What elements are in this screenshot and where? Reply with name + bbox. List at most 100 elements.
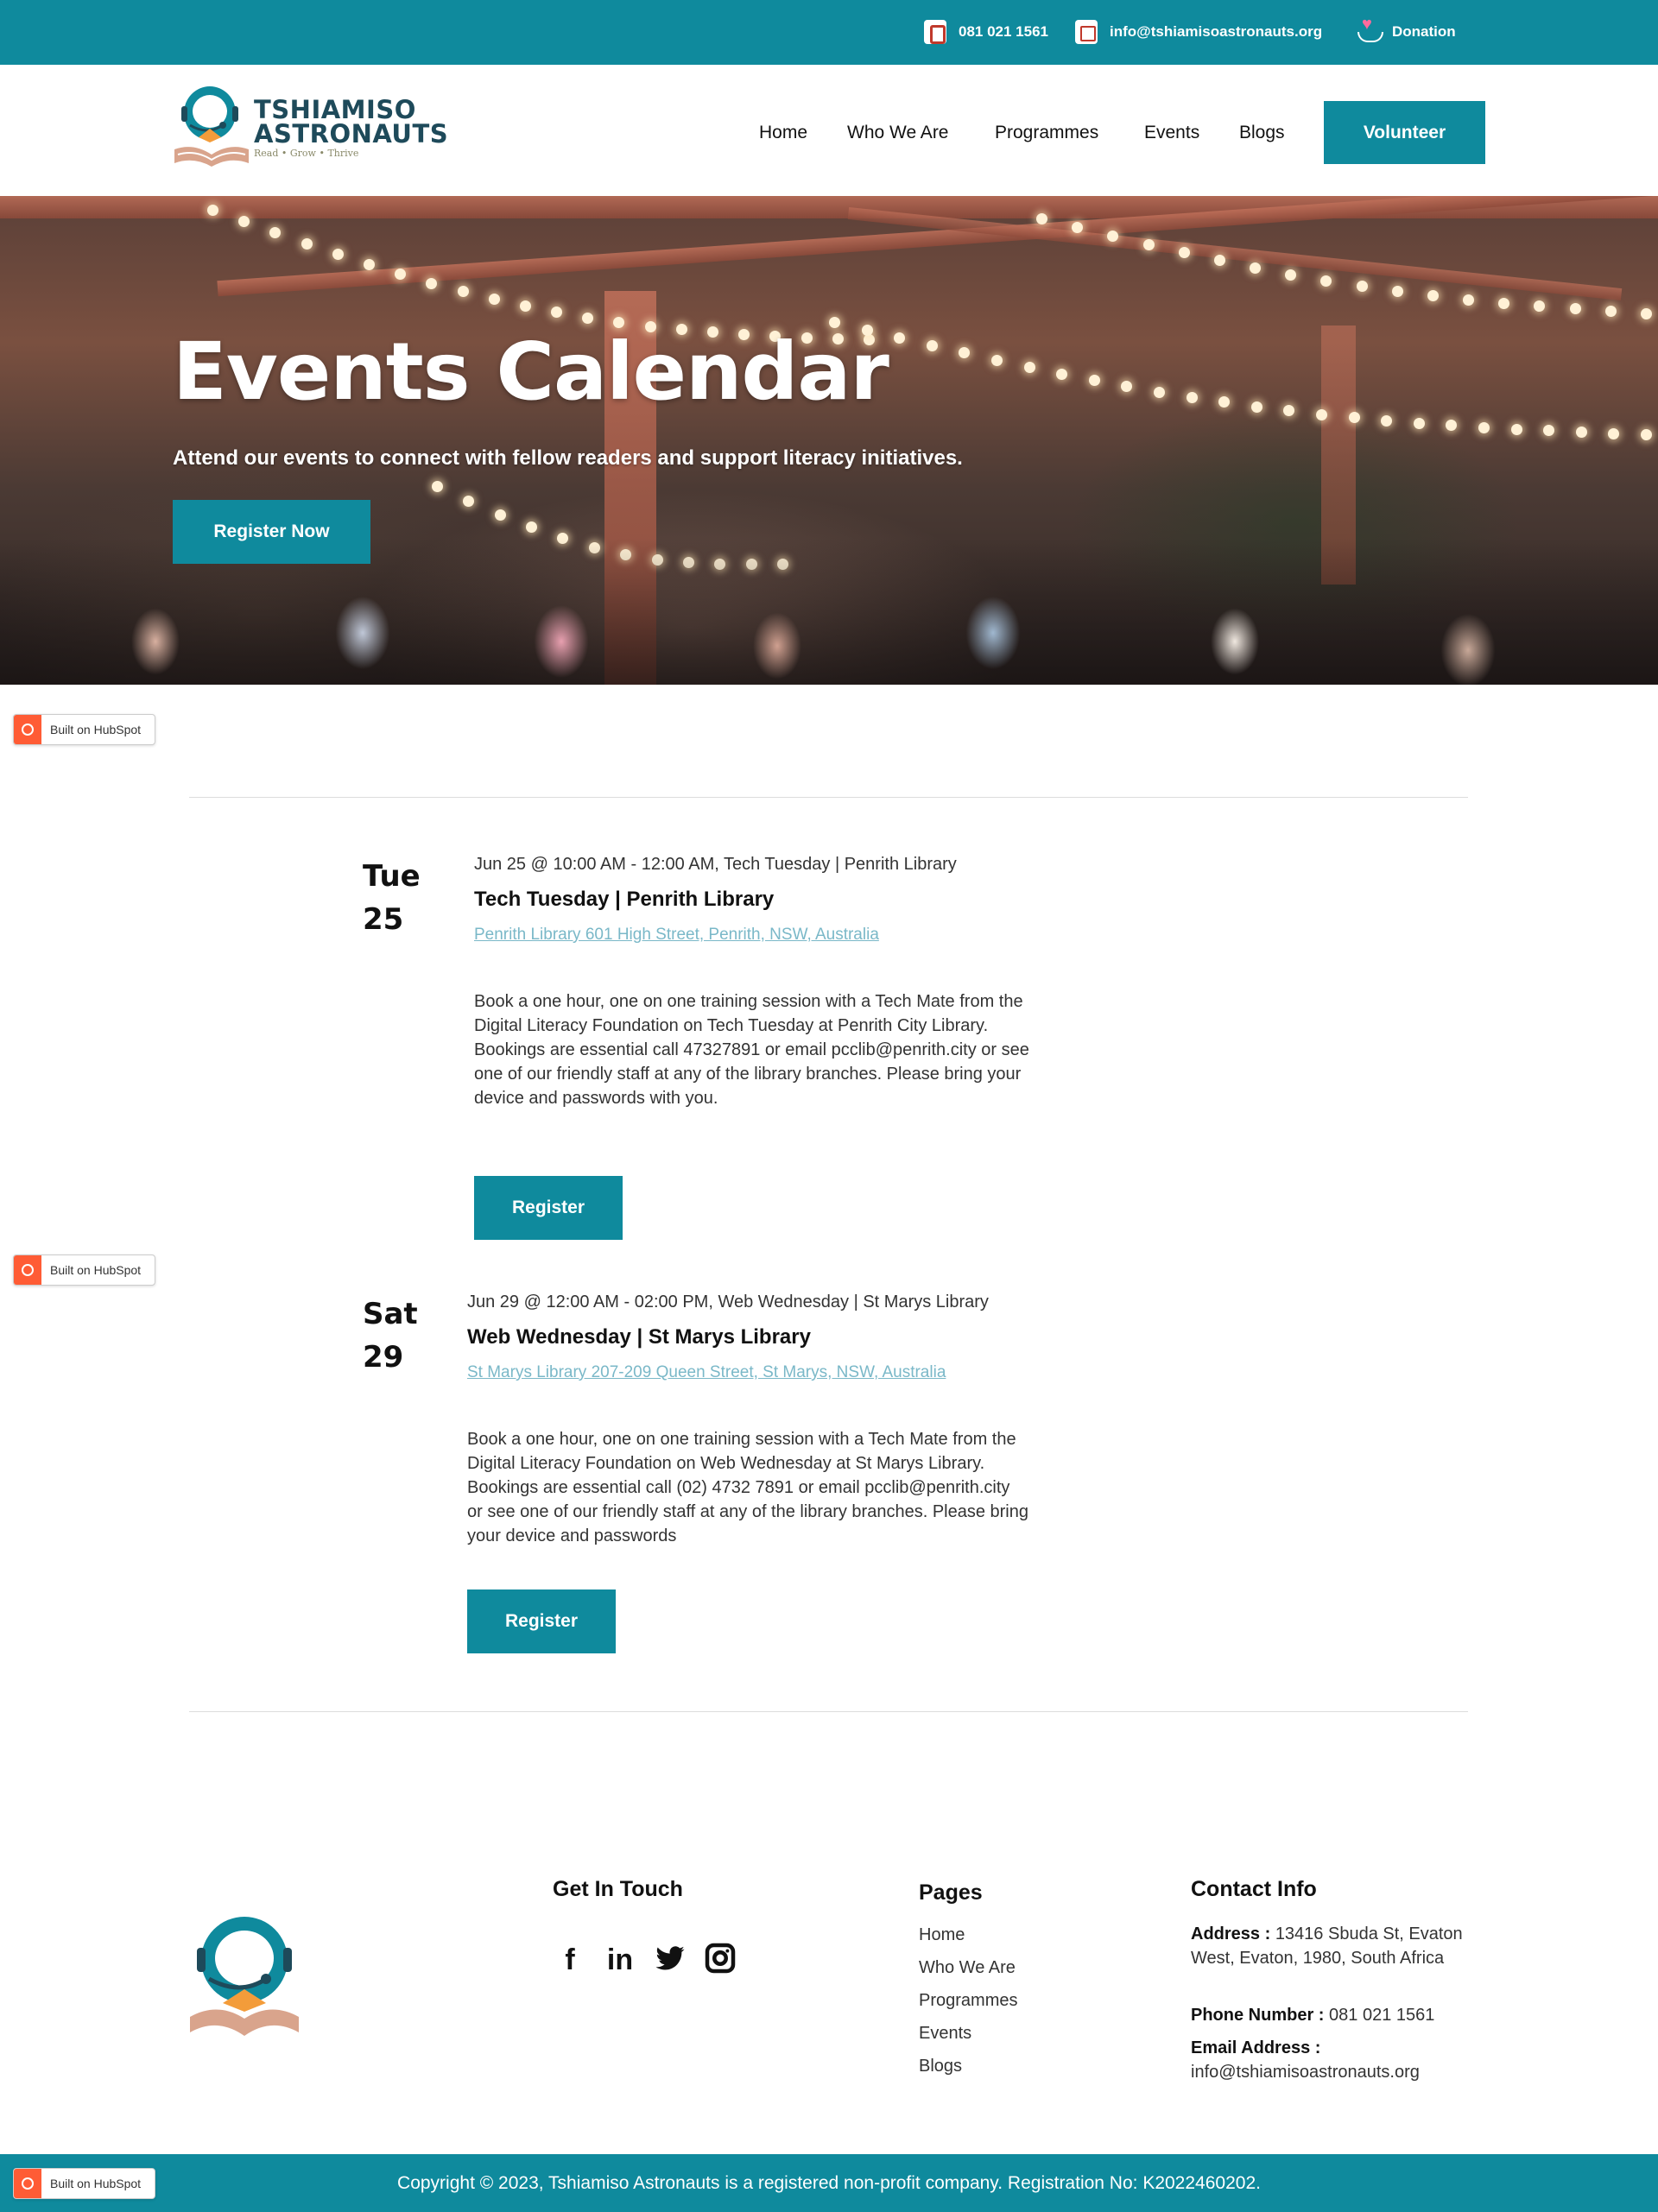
topbar-phone-link[interactable]: 081 021 1561 bbox=[924, 19, 1048, 45]
light-bulb bbox=[959, 347, 971, 359]
light-bulb bbox=[1088, 374, 1100, 386]
get-in-touch-heading: Get In Touch bbox=[553, 1877, 683, 1901]
astronaut-helmet-icon bbox=[181, 86, 238, 142]
light-bulb bbox=[1316, 408, 1327, 420]
instagram-icon[interactable] bbox=[703, 1943, 737, 1977]
light-bulb bbox=[269, 227, 282, 239]
light-bulb bbox=[1348, 412, 1360, 424]
light-bulb bbox=[463, 495, 475, 507]
event-location-link[interactable]: Penrith Library 601 High Street, Penrith… bbox=[474, 926, 879, 945]
event-day-number: 29 bbox=[363, 1340, 404, 1375]
topbar-donation-link[interactable]: Donation bbox=[1357, 15, 1456, 45]
contact-email: Email Address : info@tshiamisoastronauts… bbox=[1191, 2036, 1476, 2084]
event-title: Web Wednesday | St Marys Library bbox=[467, 1325, 811, 1349]
light-bulb bbox=[1250, 262, 1262, 274]
footer-link-who-we-are[interactable]: Who We Are bbox=[919, 1958, 1016, 1978]
nav-events[interactable]: Events bbox=[1144, 123, 1199, 143]
event-day-number: 25 bbox=[363, 902, 404, 937]
light-bulb bbox=[551, 307, 563, 319]
footer-link-home[interactable]: Home bbox=[919, 1925, 965, 1945]
top-bar: 081 021 1561 info@tshiamisoastronauts.or… bbox=[0, 0, 1658, 65]
event-description: Book a one hour, one on one training ses… bbox=[474, 992, 1029, 1108]
light-bulb bbox=[1641, 308, 1652, 319]
nav-home[interactable]: Home bbox=[759, 123, 807, 143]
nav-blogs[interactable]: Blogs bbox=[1239, 123, 1285, 143]
light-bulb bbox=[1608, 427, 1620, 439]
footer-link-events[interactable]: Events bbox=[919, 2024, 971, 2044]
light-bulb bbox=[1391, 285, 1403, 297]
light-bulb bbox=[1543, 425, 1555, 437]
facebook-icon[interactable]: f bbox=[553, 1943, 587, 1977]
event-register-button[interactable]: Register bbox=[474, 1176, 623, 1240]
logo-wordmark: TSHIAMISO ASTRONAUTS bbox=[254, 95, 448, 147]
contact-phone: Phone Number : 081 021 1561 bbox=[1191, 2003, 1476, 2027]
contact-info-heading: Contact Info bbox=[1191, 1877, 1317, 1901]
hubspot-label: Built on HubSpot bbox=[50, 723, 142, 736]
event-date: Sat 29 bbox=[363, 1292, 418, 1379]
nav-who-we-are[interactable]: Who We Are bbox=[847, 123, 949, 143]
light-bulb bbox=[1142, 238, 1155, 250]
light-bulb bbox=[1121, 380, 1133, 392]
light-bulb bbox=[1534, 300, 1546, 313]
light-bulb bbox=[519, 300, 531, 313]
contact-address: Address : 13416 Sbuda St, Evaton West, E… bbox=[1191, 1922, 1476, 1970]
email-value: info@tshiamisoastronauts.org bbox=[1191, 2063, 1420, 2082]
event-description: Book a one hour, one on one training ses… bbox=[467, 1430, 1028, 1545]
twitter-icon[interactable] bbox=[653, 1943, 687, 1977]
topbar-email: info@tshiamisoastronauts.org bbox=[1110, 23, 1323, 40]
light-bulb bbox=[332, 249, 344, 261]
logo-line-1: TSHIAMISO bbox=[254, 95, 416, 124]
light-bulb bbox=[238, 216, 250, 228]
light-bulb bbox=[526, 521, 538, 534]
hubspot-label: Built on HubSpot bbox=[50, 1263, 142, 1277]
footer-link-blogs[interactable]: Blogs bbox=[919, 2057, 962, 2076]
light-bulb bbox=[432, 481, 443, 492]
register-now-button[interactable]: Register Now bbox=[173, 500, 370, 564]
light-bulb bbox=[1036, 213, 1047, 224]
phone-label: Phone Number : bbox=[1191, 2006, 1325, 2025]
light-bulb bbox=[1427, 290, 1439, 302]
light-bulb bbox=[1575, 427, 1587, 439]
light-bulb bbox=[1413, 417, 1425, 429]
hero-subtitle: Attend our events to connect with fellow… bbox=[173, 446, 963, 470]
site-logo[interactable]: TSHIAMISO ASTRONAUTS Read • Grow • Thriv… bbox=[173, 85, 448, 172]
light-bulb bbox=[1604, 306, 1617, 318]
light-bulb bbox=[1510, 423, 1522, 435]
topbar-donation: Donation bbox=[1392, 23, 1456, 40]
light-bulb bbox=[1320, 275, 1332, 287]
light-bulb bbox=[494, 509, 506, 521]
event-date: Tue 25 bbox=[363, 855, 421, 941]
light-bulb bbox=[1250, 401, 1262, 413]
nav-programmes[interactable]: Programmes bbox=[995, 123, 1098, 143]
topbar-email-link[interactable]: info@tshiamisoastronauts.org bbox=[1075, 19, 1322, 45]
volunteer-button[interactable]: Volunteer bbox=[1324, 101, 1485, 164]
hubspot-icon bbox=[14, 2169, 41, 2198]
light-bulb bbox=[1498, 297, 1510, 309]
light-bulb bbox=[301, 237, 313, 250]
email-label: Email Address : bbox=[1191, 2038, 1321, 2057]
event-register-button[interactable]: Register bbox=[467, 1589, 616, 1653]
linkedin-icon[interactable]: in bbox=[603, 1943, 637, 1977]
footer-copyright-bar: Copyright © 2023, Tshiamiso Astronauts i… bbox=[0, 2154, 1658, 2212]
light-bulb bbox=[1356, 281, 1368, 293]
phone-value: 081 021 1561 bbox=[1329, 2006, 1435, 2025]
light-bulb bbox=[1283, 405, 1295, 417]
light-bulb bbox=[1569, 303, 1581, 315]
event-weekday: Tue bbox=[363, 859, 421, 894]
light-bulb bbox=[1023, 361, 1035, 373]
hubspot-badge[interactable]: Built on HubSpot bbox=[13, 2168, 155, 2199]
event-location-link[interactable]: St Marys Library 207-209 Queen Street, S… bbox=[467, 1363, 946, 1382]
hubspot-badge[interactable]: Built on HubSpot bbox=[13, 1255, 155, 1286]
light-bulb bbox=[1186, 391, 1198, 403]
light-bulb bbox=[1218, 396, 1231, 408]
light-bulb bbox=[1154, 386, 1165, 398]
light-bulb bbox=[991, 354, 1003, 366]
light-bulb bbox=[1446, 420, 1458, 432]
footer-link-programmes[interactable]: Programmes bbox=[919, 1991, 1017, 2011]
section-divider bbox=[189, 797, 1468, 798]
donation-heart-icon bbox=[1357, 15, 1383, 44]
site-header: TSHIAMISO ASTRONAUTS Read • Grow • Thriv… bbox=[0, 65, 1658, 196]
hubspot-badge[interactable]: Built on HubSpot bbox=[13, 714, 155, 745]
phone-icon bbox=[924, 20, 946, 44]
pages-heading: Pages bbox=[919, 1880, 983, 1905]
